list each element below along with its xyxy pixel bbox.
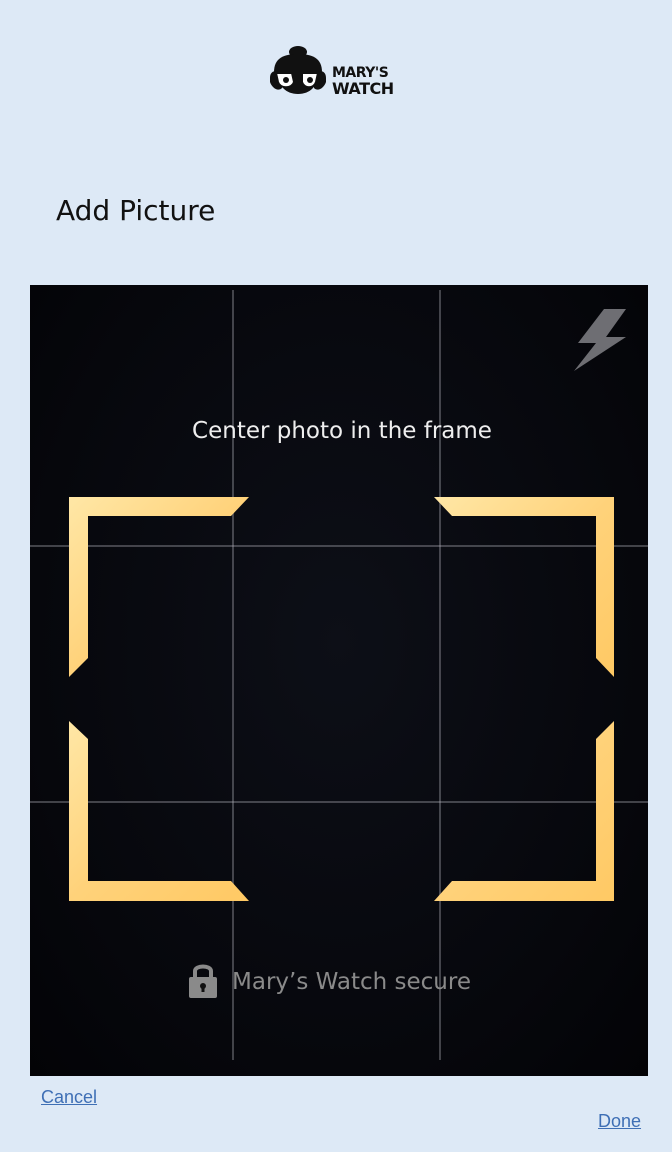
camera-viewfinder[interactable]: Center photo in the frame Mary’s Watch s… [30, 285, 648, 1076]
lock-icon [189, 964, 217, 998]
brand-wordmark: MARY'S WATCH [332, 66, 394, 98]
frame-corner-bottom-right [434, 721, 614, 901]
done-button[interactable]: Done [598, 1111, 641, 1132]
frame-hint: Center photo in the frame [192, 418, 492, 444]
frame-corner-top-right [434, 497, 614, 677]
frame-corner-bottom-left [69, 721, 249, 901]
cancel-button[interactable]: Cancel [41, 1087, 97, 1108]
flash-toggle-button[interactable] [570, 307, 632, 373]
brand-line2: WATCH [332, 79, 394, 98]
lightning-bolt-icon [574, 309, 626, 371]
brand-logo: MARY'S WATCH [268, 44, 398, 98]
page-title: Add Picture [56, 194, 216, 227]
woman-with-glasses-logo-icon [270, 46, 326, 94]
secure-label: Mary’s Watch secure [232, 969, 471, 995]
photo-frame-guide [69, 497, 614, 901]
frame-corner-top-left [69, 497, 249, 677]
